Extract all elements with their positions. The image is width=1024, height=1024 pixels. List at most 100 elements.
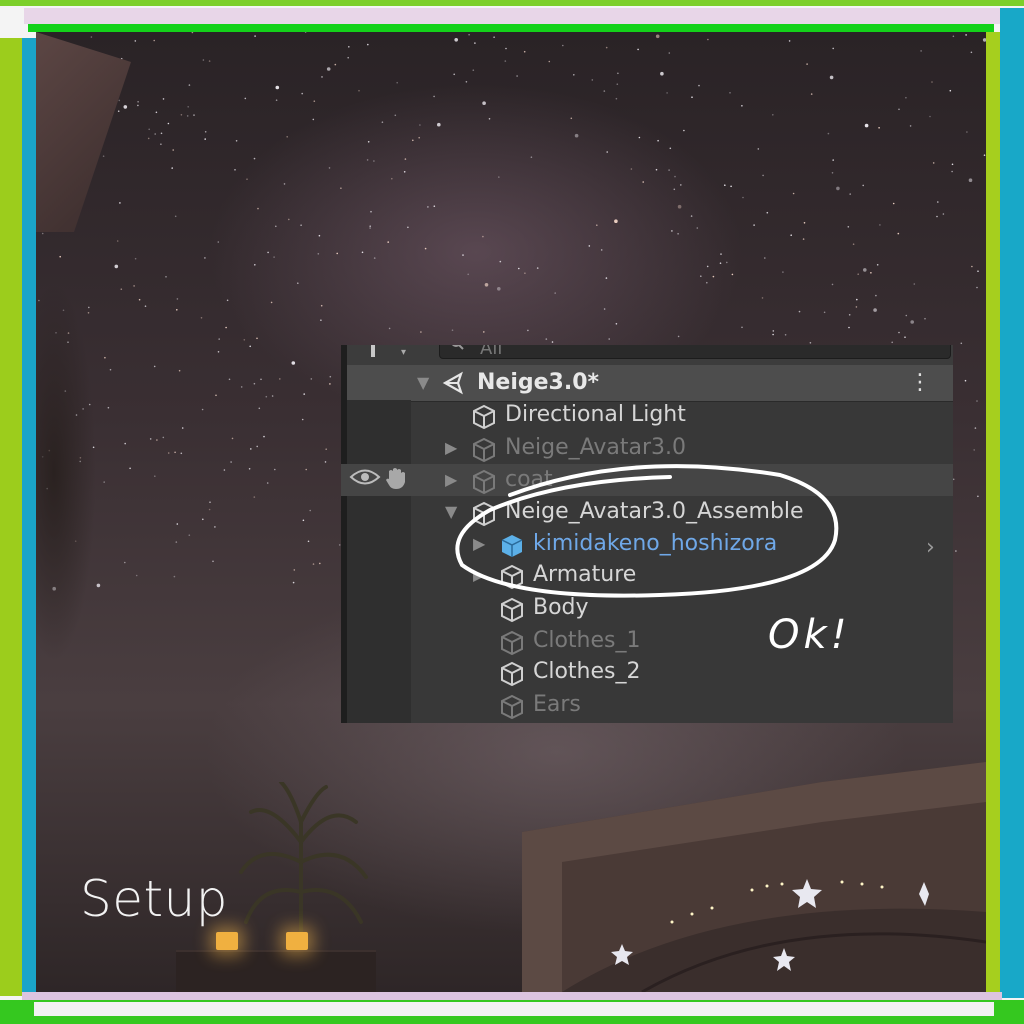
star — [977, 270, 979, 272]
star — [193, 114, 195, 116]
star — [603, 308, 606, 310]
star — [256, 337, 258, 340]
star — [286, 136, 288, 138]
eye-icon[interactable] — [349, 466, 381, 488]
star — [307, 540, 310, 543]
star — [90, 36, 93, 38]
star — [244, 97, 247, 100]
star — [615, 97, 618, 100]
star — [154, 475, 156, 478]
frame-top-pink-stripe — [24, 8, 1000, 24]
star — [932, 162, 935, 164]
star — [275, 225, 277, 228]
hierarchy-item[interactable]: Ears — [341, 689, 953, 721]
star — [202, 59, 205, 61]
lamp-light — [286, 932, 308, 950]
star — [321, 76, 323, 78]
star — [103, 481, 105, 483]
star — [965, 34, 967, 36]
star — [472, 69, 475, 71]
star — [706, 281, 708, 284]
star — [971, 265, 973, 268]
star — [878, 127, 880, 129]
search-placeholder: All — [480, 345, 503, 359]
star — [381, 121, 384, 123]
star — [153, 365, 156, 368]
star — [318, 234, 321, 237]
search-input[interactable]: All — [439, 345, 951, 359]
star — [929, 115, 931, 118]
chevron-right-icon[interactable]: › — [926, 535, 935, 560]
star — [433, 205, 436, 207]
star — [258, 407, 261, 410]
star — [117, 110, 120, 112]
star — [698, 84, 700, 87]
scene-row[interactable]: ▼ Neige3.0* — [341, 367, 953, 399]
add-button[interactable] — [371, 345, 375, 357]
star — [119, 202, 121, 204]
dropdown-caret-icon[interactable]: ▾ — [401, 347, 406, 358]
star — [497, 287, 501, 291]
collapse-arrow-icon[interactable]: ▼ — [417, 367, 429, 399]
star — [973, 449, 975, 451]
star — [191, 32, 194, 34]
star — [107, 406, 110, 409]
star — [691, 96, 693, 98]
hierarchy-item[interactable]: Directional Light — [341, 399, 953, 431]
star — [275, 99, 278, 101]
star — [174, 215, 177, 218]
star — [273, 256, 275, 258]
star — [467, 273, 470, 276]
lamp-light — [216, 932, 238, 950]
star — [305, 468, 308, 471]
star — [288, 218, 290, 221]
star — [254, 35, 256, 37]
star — [764, 257, 766, 259]
star — [677, 335, 680, 338]
star — [909, 125, 912, 127]
star — [788, 40, 791, 42]
item-label: Clothes_2 — [533, 659, 641, 684]
star — [712, 275, 715, 278]
star — [862, 184, 864, 187]
star — [952, 35, 955, 38]
star — [719, 262, 722, 264]
star — [573, 74, 575, 76]
star — [347, 56, 350, 59]
star — [253, 382, 256, 385]
star — [772, 330, 775, 332]
star — [427, 206, 429, 208]
star — [41, 232, 44, 235]
star — [212, 560, 214, 563]
more-options-icon[interactable]: ⋮ — [909, 370, 931, 396]
star — [823, 311, 826, 314]
star — [279, 378, 281, 380]
star — [772, 114, 774, 116]
star — [188, 84, 191, 86]
star — [283, 183, 286, 185]
star — [149, 438, 152, 440]
item-label: Ears — [533, 692, 581, 717]
star — [209, 501, 211, 504]
star — [551, 341, 554, 343]
star — [798, 310, 801, 313]
star — [176, 309, 178, 311]
star — [334, 63, 337, 66]
star — [147, 137, 150, 140]
star — [630, 168, 633, 170]
star — [301, 418, 304, 421]
star — [504, 60, 507, 62]
star — [202, 518, 204, 521]
star — [655, 34, 660, 39]
star — [172, 149, 174, 151]
star — [524, 272, 526, 274]
star — [257, 207, 259, 210]
star — [465, 81, 468, 83]
pick-hand-icon[interactable] — [383, 465, 409, 491]
star — [482, 101, 486, 105]
star — [167, 452, 170, 454]
star — [336, 252, 339, 255]
star — [784, 334, 787, 336]
star — [707, 38, 709, 41]
star — [329, 383, 331, 385]
